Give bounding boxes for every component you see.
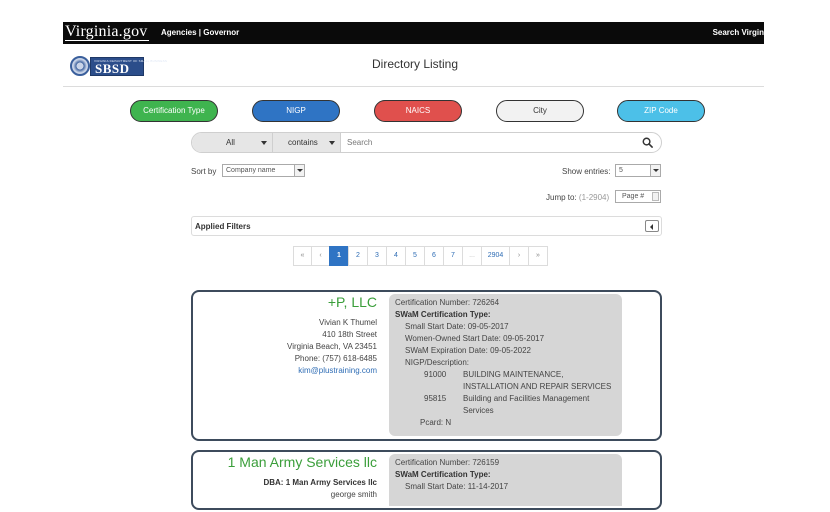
top-navigation-bar: Virginia.gov Agencies | Governor Search … <box>63 22 764 44</box>
city-state-zip: Virginia Beach, VA 23451 <box>287 342 377 351</box>
caret-down-icon <box>261 141 267 145</box>
prev-page-button[interactable]: ‹ <box>311 246 330 266</box>
naics-filter-button[interactable]: NAICS <box>374 100 462 122</box>
page-button-5[interactable]: 5 <box>405 246 425 266</box>
applied-filters-panel: Applied Filters <box>191 216 662 236</box>
certification-details: Certification Number: 726264 SWaM Certif… <box>389 294 622 436</box>
agencies-governor-links[interactable]: Agencies | Governor <box>161 28 239 37</box>
jump-to-label: Jump to: (1-2904) <box>546 193 609 202</box>
search-virginia-link[interactable]: Search Virgin <box>713 28 764 37</box>
nigp-code: 91000 <box>424 370 447 379</box>
search-scope-value: All <box>226 138 235 147</box>
small-start-date: Small Start Date: 11-14-2017 <box>405 482 509 491</box>
small-start-date: Small Start Date: 09-05-2017 <box>405 322 509 331</box>
sort-by-label: Sort by <box>191 167 217 176</box>
phone-number: Phone: (757) 618-6485 <box>294 354 377 363</box>
page-button-last-number[interactable]: 2904 <box>481 246 510 266</box>
caret-down-icon <box>329 141 335 145</box>
nigp-filter-button[interactable]: NIGP <box>252 100 340 122</box>
nigp-description: Services <box>463 406 494 415</box>
sort-by-select[interactable]: Company name <box>222 164 305 177</box>
nigp-code: 95815 <box>424 394 447 403</box>
search-operator-value: contains <box>288 138 318 147</box>
sort-by-value: Company name <box>226 167 276 174</box>
result-card: +P, LLC Vivian K Thumel 410 18th Street … <box>191 290 662 441</box>
women-owned-start-date: Women-Owned Start Date: 09-05-2017 <box>405 334 545 343</box>
certification-type-filter-button[interactable]: Certification Type <box>130 100 218 122</box>
select-arrow-icon <box>650 165 660 176</box>
city-filter-button[interactable]: City <box>496 100 584 122</box>
header-divider <box>63 86 764 87</box>
zip-code-filter-button[interactable]: ZIP Code <box>617 100 705 122</box>
show-entries-select[interactable]: 5 <box>615 164 661 177</box>
jump-to-text: Jump to: <box>546 193 577 202</box>
page-title: Directory Listing <box>371 57 459 71</box>
certification-number: Certification Number: 726159 <box>395 458 500 467</box>
page-button-1[interactable]: 1 <box>329 246 349 266</box>
nigp-description: BUILDING MAINTENANCE, <box>463 370 564 379</box>
contact-name: Vivian K Thumel <box>319 318 377 327</box>
certification-details: Certification Number: 726159 SWaM Certif… <box>389 454 622 506</box>
search-input[interactable] <box>347 136 637 149</box>
virginia-gov-logo[interactable]: Virginia.gov <box>65 22 147 42</box>
page-button-4[interactable]: 4 <box>386 246 406 266</box>
dba-name: DBA: 1 Man Army Services llc <box>263 478 377 487</box>
swam-expiration-date: SWaM Expiration Date: 09-05-2022 <box>405 346 531 355</box>
nigp-description: INSTALLATION AND REPAIR SERVICES <box>463 382 612 391</box>
search-operator-dropdown[interactable]: contains <box>273 133 341 152</box>
applied-filters-label: Applied Filters <box>195 222 251 231</box>
jump-to-range: (1-2904) <box>578 193 610 202</box>
last-page-button[interactable]: » <box>528 246 548 266</box>
logo-underline <box>65 40 149 41</box>
first-page-button[interactable]: « <box>293 246 312 266</box>
select-arrow-icon <box>294 165 304 176</box>
contact-name: george smith <box>330 490 377 499</box>
email-link[interactable]: kim@plustraining.com <box>298 365 377 377</box>
certification-number: Certification Number: 726264 <box>395 298 500 307</box>
result-card: 1 Man Army Services llc DBA: 1 Man Army … <box>191 450 662 510</box>
spinner-icon[interactable] <box>652 192 659 201</box>
collapse-toggle-icon[interactable] <box>645 220 659 232</box>
street-address: 410 18th Street <box>322 330 377 339</box>
page-button-3[interactable]: 3 <box>367 246 387 266</box>
show-entries-label: Show entries: <box>562 167 611 176</box>
jump-to-placeholder: Page # <box>622 193 645 200</box>
search-scope-dropdown[interactable]: All <box>192 133 273 152</box>
show-entries-value: 5 <box>619 167 623 174</box>
company-name[interactable]: +P, LLC <box>328 294 377 310</box>
page-button-7[interactable]: 7 <box>443 246 463 266</box>
page-button-6[interactable]: 6 <box>424 246 444 266</box>
pagination: « ‹ 1 2 3 4 5 6 7 ... 2904 › » <box>293 246 548 266</box>
search-icon[interactable] <box>642 137 653 148</box>
jump-to-page-input[interactable]: Page # <box>615 190 661 203</box>
search-bar: All contains <box>191 132 662 153</box>
page-button-2[interactable]: 2 <box>348 246 368 266</box>
nigp-description: Building and Facilities Management <box>463 394 590 403</box>
certification-type-label: SWaM Certification Type: <box>395 470 491 479</box>
certification-type-label: SWaM Certification Type: <box>395 310 491 319</box>
company-name[interactable]: 1 Man Army Services llc <box>228 454 377 470</box>
nigp-description-label: NIGP/Description: <box>405 358 470 367</box>
pagination-ellipsis: ... <box>462 246 482 266</box>
pcard-status: Pcard: N <box>420 418 452 427</box>
next-page-button[interactable]: › <box>509 246 529 266</box>
